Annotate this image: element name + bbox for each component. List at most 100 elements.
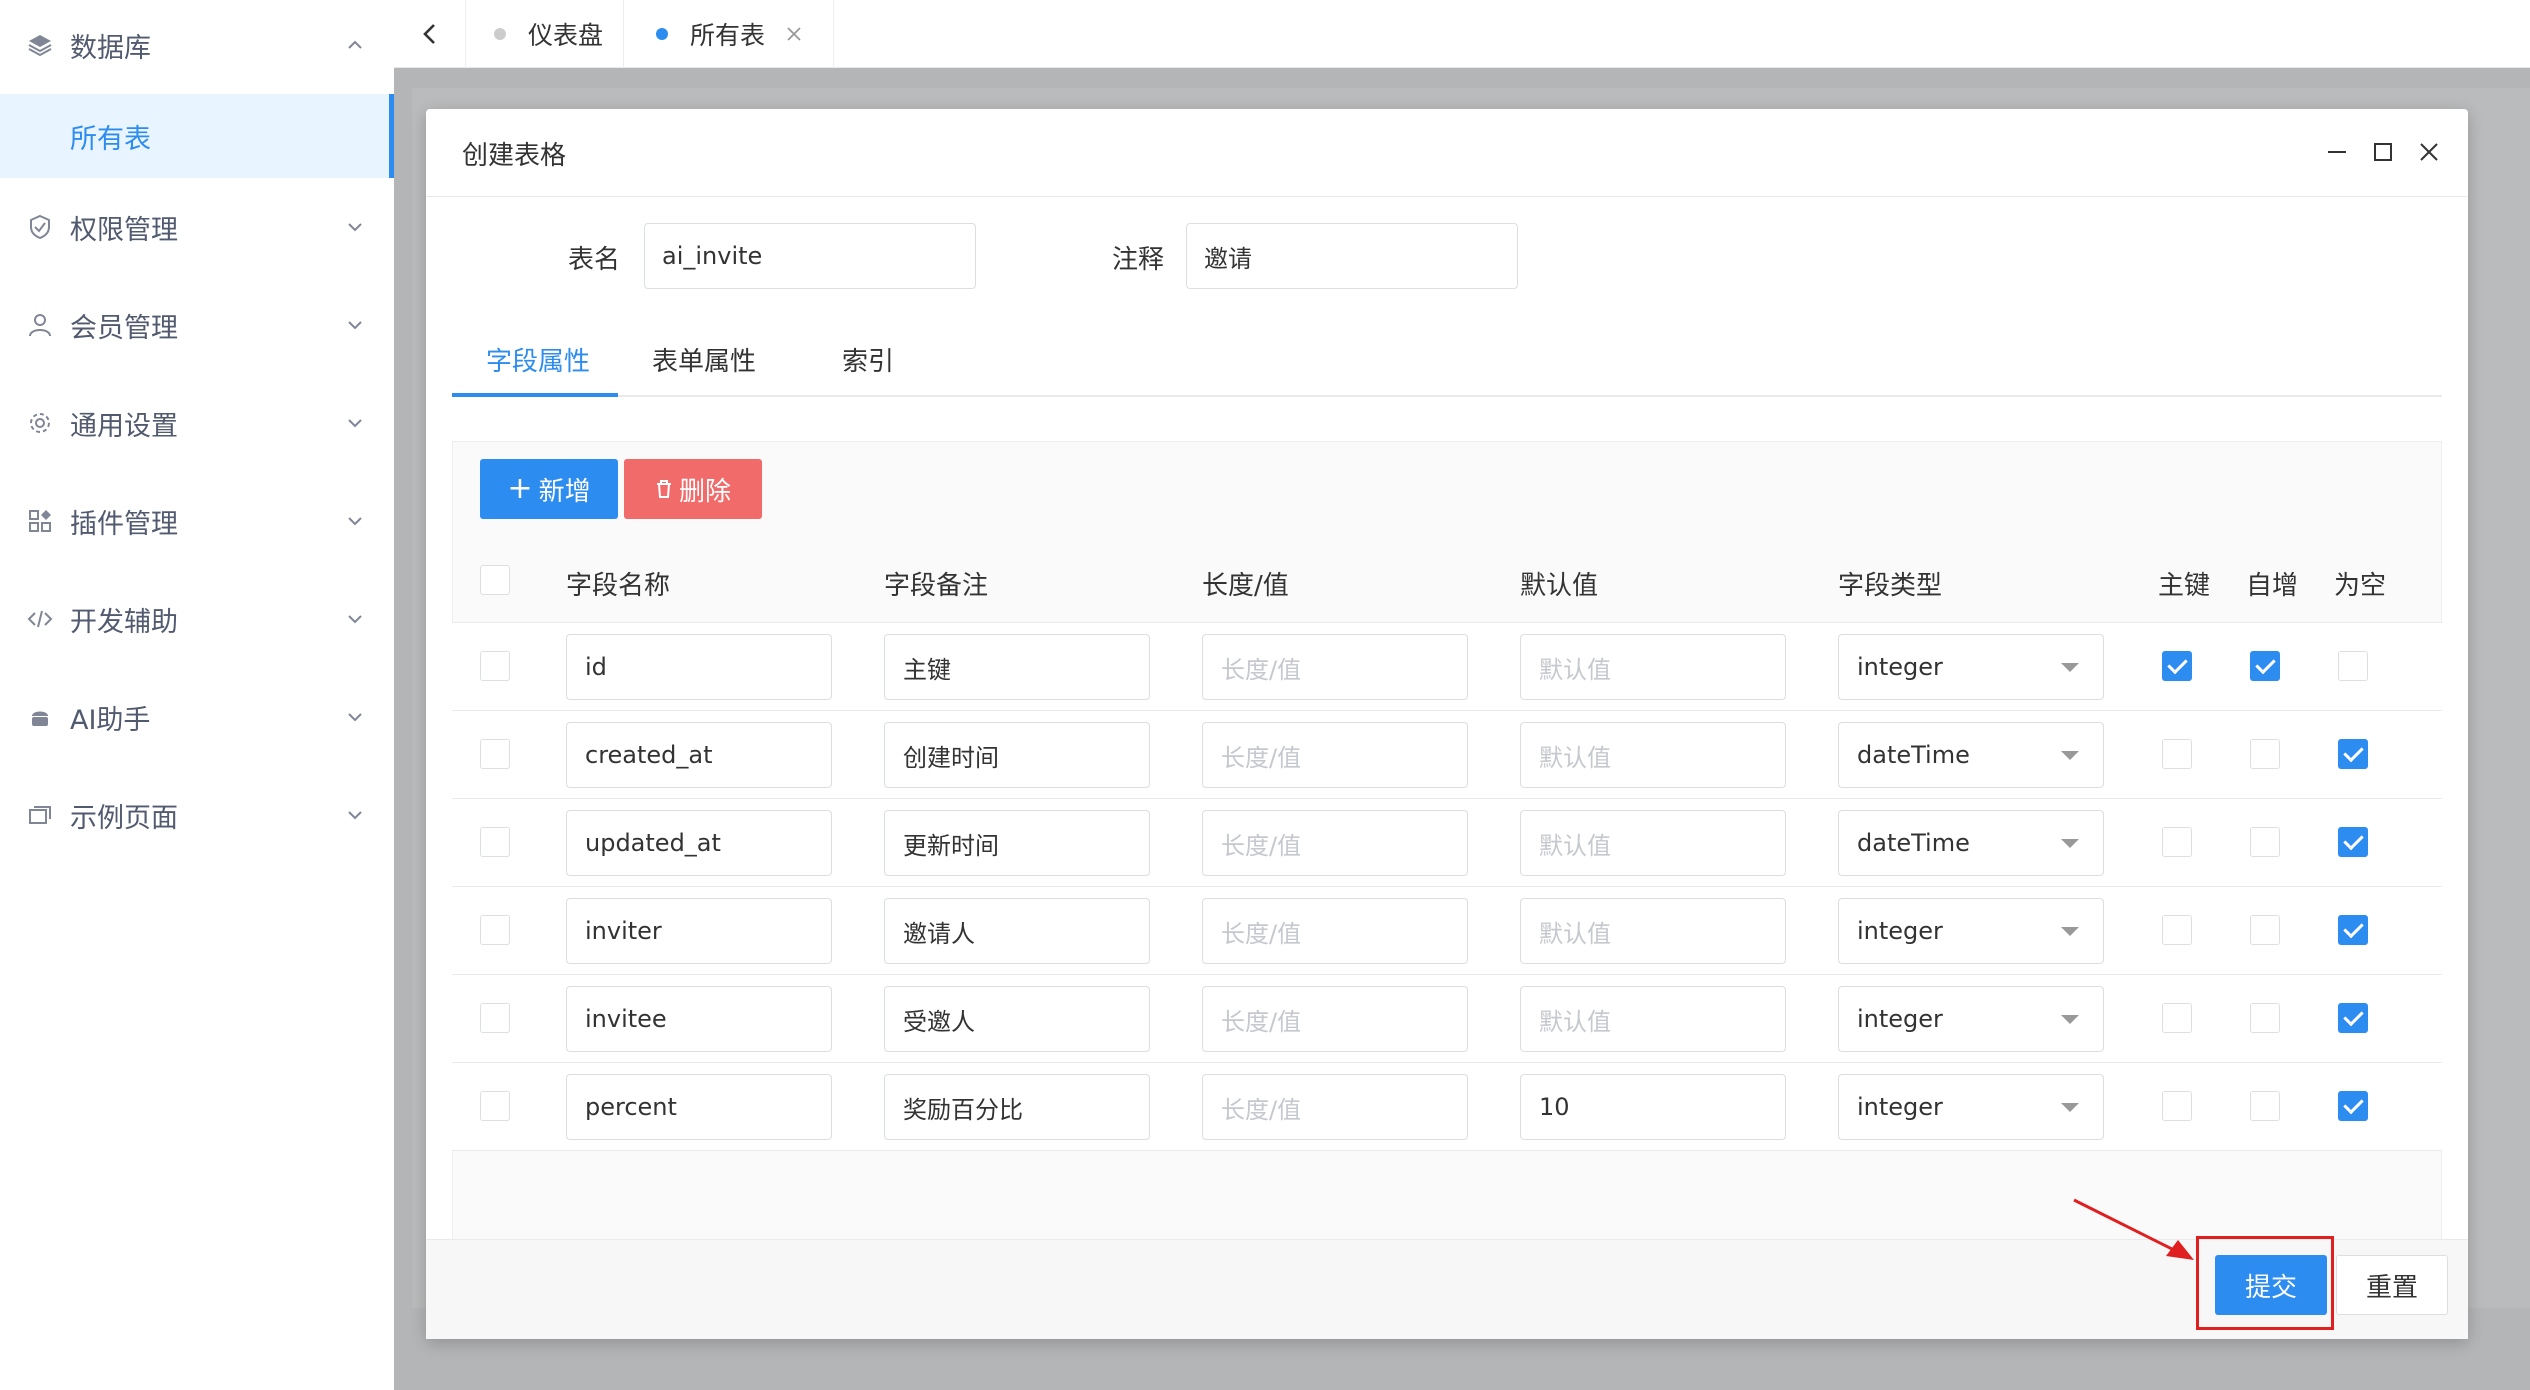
close-icon[interactable] xyxy=(2416,139,2442,165)
sidebar-item[interactable]: 示例页面 xyxy=(0,770,394,860)
field-default-input[interactable]: 10 xyxy=(1520,1074,1786,1140)
field-type-select[interactable]: dateTime xyxy=(1838,722,2104,788)
auto-increment-checkbox[interactable] xyxy=(2250,1091,2280,1121)
table-header xyxy=(452,537,2442,623)
primary-key-checkbox[interactable] xyxy=(2162,915,2192,945)
minimize-icon[interactable] xyxy=(2324,139,2350,165)
chevron-down-icon xyxy=(348,223,362,232)
primary-key-checkbox[interactable] xyxy=(2162,1091,2192,1121)
sidebar-item[interactable]: 通用设置 xyxy=(0,378,394,468)
maximize-icon[interactable] xyxy=(2370,139,2396,165)
plus-icon: + xyxy=(507,471,533,506)
field-type-select[interactable]: integer xyxy=(1838,986,2104,1052)
row-select-checkbox[interactable] xyxy=(480,1003,510,1033)
row-select-checkbox[interactable] xyxy=(480,1091,510,1121)
sidebar-subitem-all-tables[interactable]: 所有表 xyxy=(0,94,394,178)
field-type-select[interactable]: integer xyxy=(1838,898,2104,964)
row-select-checkbox[interactable] xyxy=(480,915,510,945)
auto-increment-checkbox[interactable] xyxy=(2250,739,2280,769)
primary-key-checkbox[interactable] xyxy=(2162,651,2192,681)
reset-button[interactable]: 重置 xyxy=(2336,1255,2448,1315)
tab-all-tables[interactable]: 所有表 xyxy=(656,0,834,68)
gear-icon xyxy=(26,409,54,437)
row-select-checkbox[interactable] xyxy=(480,651,510,681)
sidebar-item-label: 开发辅助 xyxy=(70,606,178,638)
field-type-select[interactable]: dateTime xyxy=(1838,810,2104,876)
field-name-input[interactable]: percent xyxy=(566,1074,832,1140)
field-comment-input[interactable]: 更新时间 xyxy=(884,810,1150,876)
field-length-input[interactable]: 长度/值 xyxy=(1202,986,1468,1052)
tab-index[interactable]: 索引 xyxy=(842,341,894,378)
field-name-input[interactable]: created_at xyxy=(566,722,832,788)
field-type-value: dateTime xyxy=(1857,741,1970,769)
field-default-input[interactable]: 默认值 xyxy=(1520,634,1786,700)
primary-key-checkbox[interactable] xyxy=(2162,739,2192,769)
user-icon xyxy=(26,311,54,339)
nullable-checkbox[interactable] xyxy=(2338,739,2368,769)
nullable-checkbox[interactable] xyxy=(2338,1091,2368,1121)
sidebar-item[interactable]: 插件管理 xyxy=(0,476,394,566)
tab-status-dot xyxy=(494,28,506,40)
sidebar-item[interactable]: 会员管理 xyxy=(0,280,394,370)
field-length-input[interactable]: 长度/值 xyxy=(1202,898,1468,964)
field-type-select[interactable]: integer xyxy=(1838,634,2104,700)
nullable-checkbox[interactable] xyxy=(2338,827,2368,857)
caret-down-icon xyxy=(2061,1103,2079,1112)
sidebar-item[interactable]: 权限管理 xyxy=(0,182,394,272)
table-name-input[interactable]: ai_invite xyxy=(644,223,976,289)
add-field-button[interactable]: + 新增 xyxy=(480,459,618,519)
field-default-input[interactable]: 默认值 xyxy=(1520,810,1786,876)
comment-input[interactable]: 邀请 xyxy=(1186,223,1518,289)
shield-icon xyxy=(26,213,54,241)
chevron-down-icon xyxy=(348,811,362,820)
field-comment-input[interactable]: 受邀人 xyxy=(884,986,1150,1052)
column-header: 自增 xyxy=(2246,571,2299,601)
sidebar-item[interactable]: 数据库 xyxy=(0,0,394,90)
row-select-checkbox[interactable] xyxy=(480,739,510,769)
field-length-input[interactable]: 长度/值 xyxy=(1202,634,1468,700)
field-type-select[interactable]: integer xyxy=(1838,1074,2104,1140)
back-button[interactable] xyxy=(394,0,466,68)
chevron-down-icon xyxy=(348,615,362,624)
nullable-checkbox[interactable] xyxy=(2338,651,2368,681)
field-length-input[interactable]: 长度/值 xyxy=(1202,810,1468,876)
chevron-down-icon xyxy=(348,321,362,330)
nullable-checkbox[interactable] xyxy=(2338,1003,2368,1033)
chevron-up-icon xyxy=(348,40,362,49)
field-length-input[interactable]: 长度/值 xyxy=(1202,722,1468,788)
field-comment-input[interactable]: 奖励百分比 xyxy=(884,1074,1150,1140)
row-select-checkbox[interactable] xyxy=(480,827,510,857)
primary-key-checkbox[interactable] xyxy=(2162,827,2192,857)
close-icon[interactable] xyxy=(785,25,803,43)
tab-form-properties[interactable]: 表单属性 xyxy=(652,341,756,378)
modal-title: 创建表格 xyxy=(462,141,567,171)
field-comment-input[interactable]: 主键 xyxy=(884,634,1150,700)
layers-icon xyxy=(26,31,54,59)
nullable-checkbox[interactable] xyxy=(2338,915,2368,945)
auto-increment-checkbox[interactable] xyxy=(2250,827,2280,857)
field-name-input[interactable]: id xyxy=(566,634,832,700)
select-all-checkbox[interactable] xyxy=(480,565,510,595)
field-name-input[interactable]: updated_at xyxy=(566,810,832,876)
tab-dashboard[interactable]: 仪表盘 xyxy=(494,0,624,68)
table-name-label: 表名 xyxy=(568,245,621,275)
field-default-input[interactable]: 默认值 xyxy=(1520,986,1786,1052)
field-comment-input[interactable]: 创建时间 xyxy=(884,722,1150,788)
field-name-input[interactable]: inviter xyxy=(566,898,832,964)
create-table-modal: 创建表格 表名 ai_invite 注释 邀请 字段属性 表单属性 索引 + 新… xyxy=(426,109,2468,1339)
field-name-input[interactable]: invitee xyxy=(566,986,832,1052)
field-length-input[interactable]: 长度/值 xyxy=(1202,1074,1468,1140)
delete-field-button[interactable]: 删除 xyxy=(624,459,762,519)
sidebar-item-label: 通用设置 xyxy=(70,410,178,442)
field-comment-input[interactable]: 邀请人 xyxy=(884,898,1150,964)
primary-key-checkbox[interactable] xyxy=(2162,1003,2192,1033)
caret-down-icon xyxy=(2061,839,2079,848)
auto-increment-checkbox[interactable] xyxy=(2250,651,2280,681)
auto-increment-checkbox[interactable] xyxy=(2250,915,2280,945)
field-default-input[interactable]: 默认值 xyxy=(1520,722,1786,788)
tab-field-properties[interactable]: 字段属性 xyxy=(486,341,590,378)
auto-increment-checkbox[interactable] xyxy=(2250,1003,2280,1033)
sidebar-item[interactable]: 开发辅助 xyxy=(0,574,394,664)
sidebar-item[interactable]: AI助手 xyxy=(0,672,394,762)
field-default-input[interactable]: 默认值 xyxy=(1520,898,1786,964)
